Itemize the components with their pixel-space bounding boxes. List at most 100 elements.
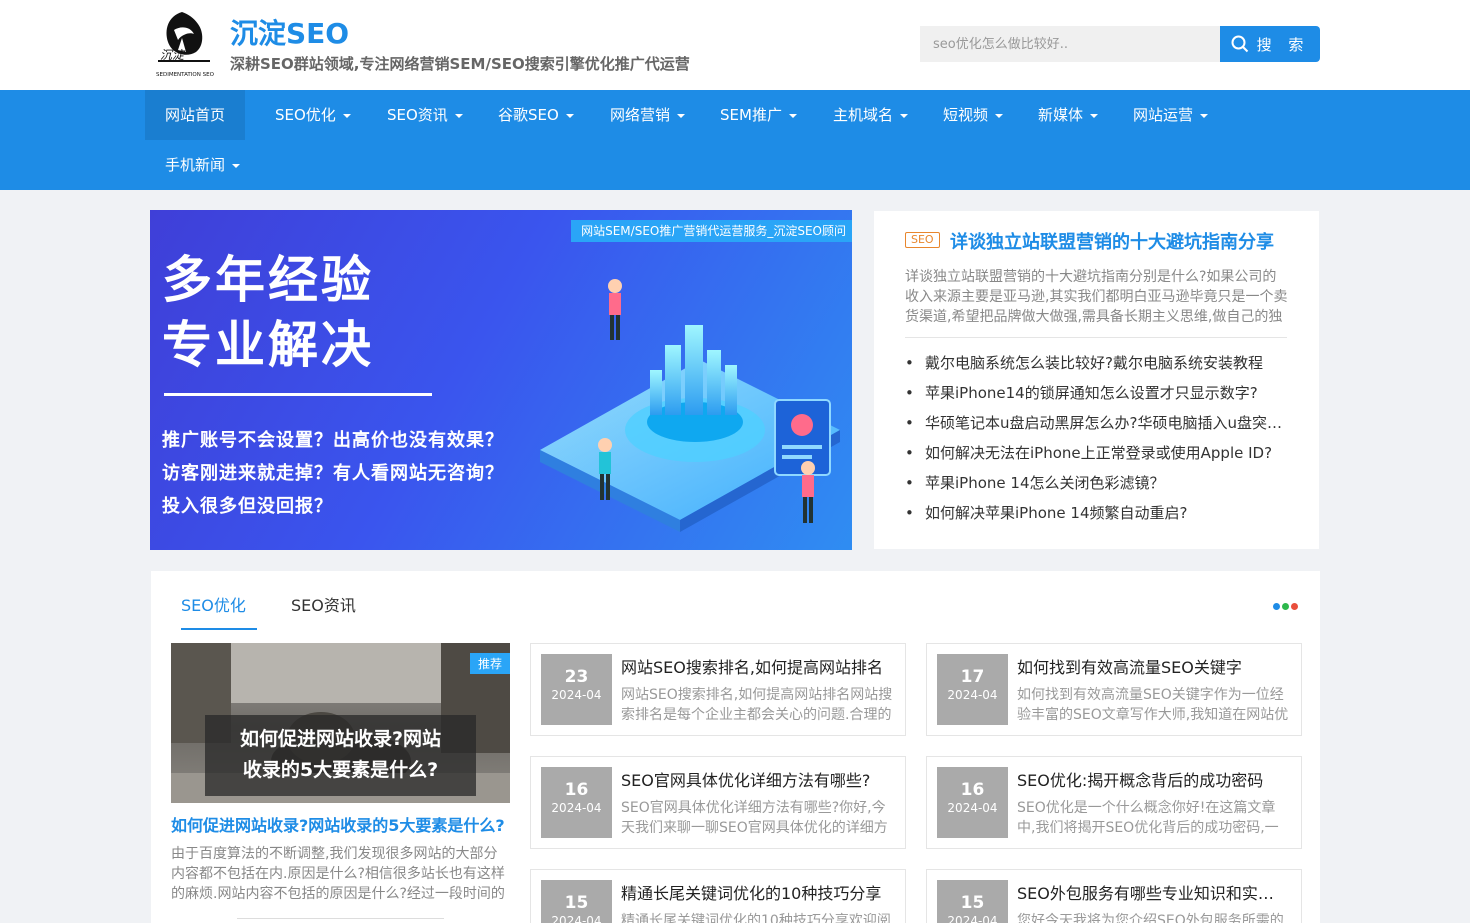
nav-item-home[interactable]: 网站首页: [145, 90, 245, 140]
nav-label: 谷歌SEO: [498, 106, 559, 124]
nav-item-new-media[interactable]: 新媒体: [1038, 90, 1099, 140]
article-card[interactable]: 15 2024-04 精通长尾关键词优化的10种技巧分享 精通长尾关键词优化的10…: [530, 869, 906, 923]
nav-item-sem[interactable]: SEM推广: [720, 90, 797, 140]
article-card[interactable]: 17 2024-04 如何找到有效高流量SEO关键字 如何找到有效高流量SEO关键…: [926, 643, 1302, 736]
tab-seo-news[interactable]: SEO资讯: [291, 592, 356, 628]
nav-item-google-seo[interactable]: 谷歌SEO: [498, 90, 574, 140]
nav-item-hosting[interactable]: 主机域名: [833, 90, 909, 140]
article-title[interactable]: SEO官网具体优化详细方法有哪些?: [621, 767, 893, 791]
nav-label: SEM推广: [720, 106, 782, 124]
bullet: •: [905, 354, 914, 372]
list-item-text: 如何解决苹果iPhone 14频繁自动重启?: [925, 504, 1188, 522]
banner-question-2: 访客刚进来就走掉？有人看网站无咨询？: [162, 463, 504, 484]
hero-banner[interactable]: 网站SEM/SEO推广营销代运营服务_沉淀SEO顾问 多年经验 专业解决 推广账…: [150, 210, 852, 550]
article-title[interactable]: 网站SEO搜索排名,如何提高网站排名: [621, 654, 893, 678]
nav-label: 网络营销: [610, 106, 671, 124]
article-card[interactable]: 23 2024-04 网站SEO搜索排名,如何提高网站排名 网站SEO搜索排名,如…: [530, 643, 906, 736]
date-day: 16: [960, 780, 985, 800]
article-summary: SEO优化是一个什么概念你好!在这篇文章中,我们将揭开SEO优化背后的成功密码,…: [1017, 800, 1279, 836]
search-button[interactable]: 搜 索: [1220, 26, 1320, 62]
article-card[interactable]: 16 2024-04 SEO优化:揭开概念背后的成功密码 SEO优化是一个什么概念…: [926, 756, 1302, 849]
date-day: 15: [960, 893, 985, 913]
caret-down-icon: [995, 113, 1004, 118]
nav-item-marketing[interactable]: 网络营销: [610, 90, 686, 140]
list-item-text: 苹果iPhone14的锁屏通知怎么设置才只显示数字?: [925, 384, 1258, 402]
date-block: 17 2024-04: [937, 654, 1008, 725]
article-card[interactable]: 15 2024-04 SEO外包服务有哪些专业知识和实战经验 您好今天我将为您介绍…: [926, 869, 1302, 923]
banner-tag[interactable]: 网站SEM/SEO推广营销代运营服务_沉淀SEO顾问: [571, 220, 852, 242]
banner-heading-1: 多年经验: [162, 251, 374, 309]
article-summary: 网站SEO搜索排名,如何提高网站排名网站搜索排名是每个企业主都会关心的问题.合理…: [621, 687, 893, 723]
article-summary: 精通长尾关键词优化的10种技巧分享欢迎阅读。: [621, 913, 891, 923]
hot-headline[interactable]: 详谈独立站联盟营销的十大避坑指南分享: [950, 228, 1280, 254]
date-block: 15 2024-04: [541, 880, 612, 923]
hot-list-item[interactable]: • 如何解决无法在iPhone上正常登录或使用Apple ID?: [905, 441, 1289, 471]
article-summary: SEO官网具体优化详细方法有哪些?你好,今天我们来聊一聊SEO官网具体优化的详细…: [621, 800, 888, 836]
hot-list-item[interactable]: • 如何解决苹果iPhone 14频繁自动重启?: [905, 501, 1289, 531]
feature-image[interactable]: 推荐 如何促进网站收录?网站 收录的5大要素是什么?: [171, 643, 510, 803]
nav-item-seo[interactable]: SEO优化: [275, 90, 351, 140]
banner-question-3: 投入很多但没回报？: [162, 496, 333, 517]
date-month: 2024-04: [551, 801, 602, 815]
list-item-text: 苹果iPhone 14怎么关闭色彩滤镜？: [925, 474, 1165, 492]
caret-down-icon: [1090, 113, 1099, 118]
nav-label: 短视频: [943, 106, 989, 124]
nav-label: 网站运营: [1133, 106, 1194, 124]
article-title[interactable]: 精通长尾关键词优化的10种技巧分享: [621, 880, 893, 904]
nav-label: 网站首页: [165, 106, 226, 124]
caret-down-icon: [342, 113, 351, 118]
list-item-text: 华硕笔记本u盘启动黑屏怎么办?华硕电脑插入u盘突然黑屏怎么办: [925, 414, 1289, 432]
article-title[interactable]: 如何找到有效高流量SEO关键字: [1017, 654, 1289, 678]
articles-section: SEO优化 SEO资讯 推荐 如何促进网站收录?网站 收录的5大要素是什么? 如…: [151, 571, 1320, 923]
divider: [905, 337, 1287, 338]
site-logo[interactable]: 沉淀 SEDIMENTATION SEO: [152, 8, 216, 80]
banner-divider: [164, 393, 432, 396]
article-summary: 您好今天我将为您介绍SEO外包服务所需的专业知识。: [1017, 913, 1284, 923]
date-month: 2024-04: [947, 914, 998, 923]
hot-list-item[interactable]: • 苹果iPhone 14怎么关闭色彩滤镜？: [905, 471, 1289, 501]
nav-item-mobile-news[interactable]: 手机新闻: [165, 140, 241, 190]
nav-item-short-video[interactable]: 短视频: [943, 90, 1004, 140]
date-day: 17: [960, 667, 985, 687]
bullet: •: [905, 444, 914, 462]
overlay-line: 如何促进网站收录?网站: [239, 728, 442, 750]
list-item-text: 如何解决无法在iPhone上正常登录或使用Apple ID?: [925, 444, 1273, 462]
nav-item-operations[interactable]: 网站运营: [1133, 90, 1209, 140]
svg-text:SEDIMENTATION SEO: SEDIMENTATION SEO: [156, 72, 215, 78]
date-month: 2024-04: [947, 688, 998, 702]
date-month: 2024-04: [551, 914, 602, 923]
article-card[interactable]: 16 2024-04 SEO官网具体优化详细方法有哪些? SEO官网具体优化详细方…: [530, 756, 906, 849]
site-title[interactable]: 沉淀SEO: [230, 12, 349, 52]
date-block: 15 2024-04: [937, 880, 1008, 923]
date-block: 23 2024-04: [541, 654, 612, 725]
date-month: 2024-04: [947, 801, 998, 815]
category-badge: SEO: [905, 232, 940, 248]
date-month: 2024-04: [551, 688, 602, 702]
article-title[interactable]: SEO优化:揭开概念背后的成功密码: [1017, 767, 1289, 791]
caret-down-icon: [1200, 113, 1209, 118]
date-day: 15: [564, 893, 589, 913]
list-item-text: 戴尔电脑系统怎么装比较好?戴尔电脑系统安装教程: [925, 354, 1263, 372]
search-button-label: 搜 索: [1256, 35, 1310, 54]
hot-list-item[interactable]: • 苹果iPhone14的锁屏通知怎么设置才只显示数字?: [905, 381, 1289, 411]
hot-description: 详谈独立站联盟营销的十大避坑指南分别是什么?如果公司的收入来源主要是亚马逊,其实…: [905, 269, 1288, 325]
banner-question-1: 推广账号不会设置？出高价也没有效果？: [162, 430, 504, 451]
feature-overlay: 如何促进网站收录?网站 收录的5大要素是什么?: [205, 715, 476, 796]
hot-list-item[interactable]: • 华硕笔记本u盘启动黑屏怎么办?华硕电脑插入u盘突然黑屏怎么办: [905, 411, 1289, 441]
overlay-line: 收录的5大要素是什么?: [242, 759, 439, 781]
hot-list-item[interactable]: • 戴尔电脑系统怎么装比较好?戴尔电脑系统安装教程: [905, 351, 1289, 381]
recommended-badge: 推荐: [469, 653, 510, 674]
divider: [237, 918, 444, 919]
more-dots-icon[interactable]: [1273, 603, 1298, 610]
search-input[interactable]: [920, 26, 1220, 62]
article-title[interactable]: SEO外包服务有哪些专业知识和实战经验: [1017, 880, 1289, 904]
feature-title[interactable]: 如何促进网站收录?网站收录的5大要素是什么?: [171, 812, 510, 836]
date-day: 23: [564, 667, 589, 687]
nav-item-seo-news[interactable]: SEO资讯: [387, 90, 463, 140]
banner-heading-2: 专业解决: [162, 316, 374, 374]
tab-seo-optimization[interactable]: SEO优化: [181, 592, 257, 630]
date-block: 16 2024-04: [541, 767, 612, 838]
main-nav: 网站首页 SEO优化 SEO资讯 谷歌SEO 网络营销 SEM推广 主机域名 短…: [0, 90, 1470, 190]
hot-list: • 戴尔电脑系统怎么装比较好?戴尔电脑系统安装教程 • 苹果iPhone14的锁屏通…: [905, 351, 1289, 531]
site-subtitle: 深耕SEO群站领域,专注网络营销SEM/SEO搜索引擎优化推广代运营: [230, 55, 690, 73]
